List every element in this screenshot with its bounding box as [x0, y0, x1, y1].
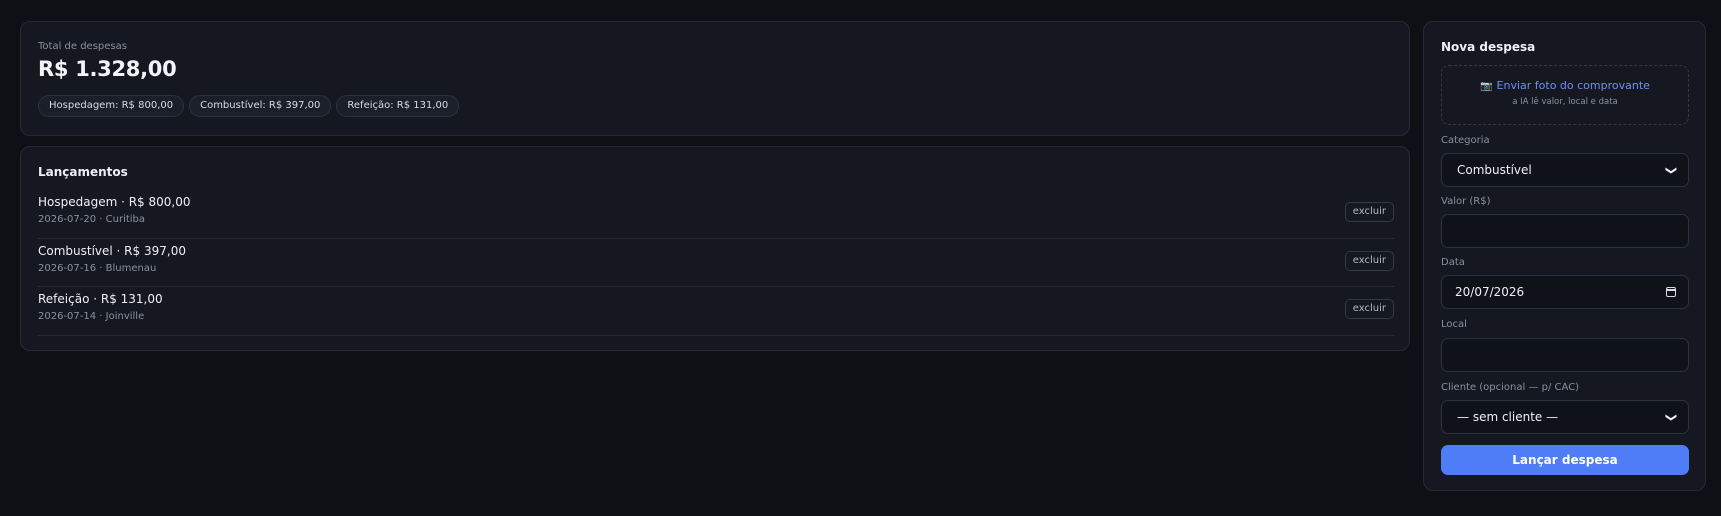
amount-input[interactable] — [1441, 214, 1689, 248]
camera-icon: 📷 — [1480, 81, 1493, 92]
category-chip-refeicao: Refeição: R$ 131,00 — [336, 95, 460, 117]
form-title: Nova despesa — [1441, 40, 1536, 54]
list-item: Combustível · R$ 397,00 2026-07-16 · Blu… — [38, 239, 1394, 287]
chevron-down-icon: ❯ — [1664, 165, 1678, 175]
upload-receipt-link[interactable]: 📷 Enviar foto do comprovante — [1442, 79, 1688, 92]
place-input[interactable] — [1441, 338, 1689, 372]
entries-list: Hospedagem · R$ 800,00 2026-07-20 · Curi… — [38, 190, 1394, 336]
entry-details: 2026-07-14 · Joinville — [38, 311, 145, 322]
delete-button[interactable]: excluir — [1344, 299, 1394, 319]
amount-label: Valor (R$) — [1441, 196, 1491, 207]
expense-summary-card: Total de despesas R$ 1.328,00 Hospedagem… — [20, 21, 1410, 136]
date-label: Data — [1441, 257, 1465, 268]
list-item: Refeição · R$ 131,00 2026-07-14 · Joinvi… — [38, 287, 1394, 336]
client-select[interactable]: — sem cliente — ❯ — [1441, 400, 1689, 434]
place-label: Local — [1441, 319, 1467, 330]
upload-hint: a IA lê valor, local e data — [1512, 97, 1618, 107]
client-value: — sem cliente — — [1457, 410, 1559, 424]
category-label: Categoria — [1441, 135, 1490, 146]
entry-title: Combustível · R$ 397,00 — [38, 243, 186, 258]
date-input[interactable]: 20/07/2026 — [1441, 275, 1689, 309]
upload-receipt-label: Enviar foto do comprovante — [1496, 79, 1650, 92]
category-select[interactable]: Combustível ❯ — [1441, 153, 1689, 187]
list-item: Hospedagem · R$ 800,00 2026-07-20 · Curi… — [38, 190, 1394, 239]
entry-details: 2026-07-20 · Curitiba — [38, 214, 146, 225]
chevron-down-icon: ❯ — [1664, 412, 1678, 422]
entry-title: Hospedagem · R$ 800,00 — [38, 195, 191, 209]
entries-card: Lançamentos Hospedagem · R$ 800,00 2026-… — [20, 146, 1410, 351]
delete-button[interactable]: excluir — [1344, 202, 1394, 222]
total-label: Total de despesas — [38, 41, 127, 52]
receipt-upload-dropzone[interactable]: 📷 Enviar foto do comprovante a IA lê valo… — [1441, 65, 1689, 125]
entry-details: 2026-07-16 · Blumenau — [38, 262, 157, 274]
category-value: Combustível — [1457, 163, 1532, 177]
date-value: 20/07/2026 — [1455, 285, 1525, 299]
submit-expense-button[interactable]: Lançar despesa — [1441, 445, 1689, 475]
calendar-icon[interactable] — [1666, 287, 1676, 297]
category-chip-hospedagem: Hospedagem: R$ 800,00 — [38, 95, 185, 117]
client-label: Cliente (opcional — p/ CAC) — [1441, 382, 1580, 393]
total-amount: R$ 1.328,00 — [38, 57, 177, 81]
new-expense-form: Nova despesa 📷 Enviar foto do comprovante… — [1423, 21, 1706, 491]
entries-title: Lançamentos — [38, 165, 128, 179]
delete-button[interactable]: excluir — [1344, 250, 1394, 271]
category-totals: Hospedagem: R$ 800,00 Combustível: R$ 39… — [38, 95, 460, 117]
category-chip-combustivel: Combustível: R$ 397,00 — [189, 95, 332, 117]
entry-title: Refeição · R$ 131,00 — [38, 292, 163, 306]
